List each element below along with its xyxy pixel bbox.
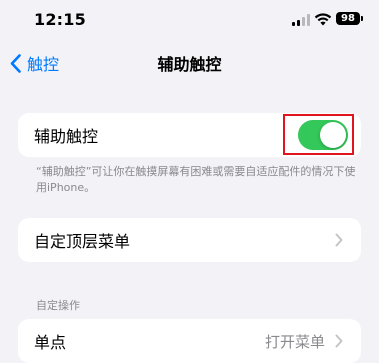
cellular-signal-icon — [292, 14, 311, 26]
battery-level: 98 — [341, 13, 355, 24]
battery-tip — [361, 16, 363, 21]
assistive-touch-description: “辅助触控”可让你在触摸屏幕有困难或需要自适应配件的情况下使用iPhone。 — [36, 165, 356, 194]
page-title: 辅助触控 — [157, 55, 222, 74]
toggle-highlight-box — [283, 114, 354, 155]
battery-icon: 98 — [336, 12, 360, 25]
wifi-icon — [314, 13, 332, 26]
customize-top-menu-row[interactable]: 自定顶层菜单 — [18, 218, 361, 262]
status-bar: 12:15 98 — [0, 0, 379, 44]
custom-actions-header: 自定操作 — [36, 299, 80, 312]
top-menu-group: 自定顶层菜单 — [18, 218, 361, 262]
status-time: 12:15 — [34, 10, 86, 29]
customize-top-menu-label: 自定顶层菜单 — [34, 232, 131, 251]
chevron-right-icon — [335, 334, 343, 348]
chevron-right-icon — [335, 233, 343, 247]
single-tap-value: 打开菜单 — [264, 333, 325, 351]
single-tap-row[interactable]: 单点 打开菜单 — [18, 319, 361, 363]
custom-actions-group: 单点 打开菜单 — [18, 319, 361, 363]
